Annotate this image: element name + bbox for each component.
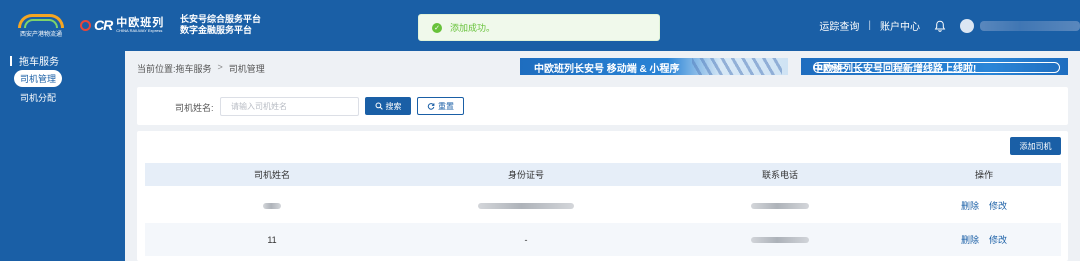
banner-try-now[interactable]: 立即体验> bbox=[813, 62, 1060, 73]
group-indicator bbox=[10, 55, 12, 66]
sidebar-group-title: 拖车服务 bbox=[19, 57, 59, 68]
table-row: 11 - 删除 修改 bbox=[145, 223, 1061, 256]
table-header: 司机姓名 身份证号 联系电话 操作 bbox=[145, 163, 1061, 186]
banner-mobile-app[interactable]: 中欧班列长安号 移动端 & 小程序 bbox=[520, 58, 788, 75]
nav-tracking-link[interactable]: 运踪查询 bbox=[819, 18, 859, 33]
column-header-phone: 联系电话 bbox=[761, 170, 798, 180]
sidebar: 拖车服务 司机管理 司机分配 bbox=[0, 51, 125, 261]
banner-pattern bbox=[692, 58, 782, 75]
cr-title: 中欧班列 bbox=[116, 16, 165, 29]
platform-line-2: 数字金融服务平台 bbox=[180, 25, 253, 35]
platform-line-1: 长安号综合服务平台 bbox=[180, 14, 262, 24]
search-panel: 司机姓名: 搜索 重置 bbox=[137, 87, 1068, 125]
delete-link[interactable]: 删除 bbox=[961, 199, 979, 212]
cr-circle-icon bbox=[80, 19, 91, 31]
breadcrumb-separator: > bbox=[217, 62, 223, 72]
xian-logo[interactable]: 西安产港物流通 bbox=[14, 12, 68, 38]
cell-actions: 删除 修改 bbox=[907, 189, 1061, 222]
banner-mobile-text: 中欧班列长安号 移动端 & 小程序 bbox=[534, 64, 680, 75]
banner-new-route[interactable]: 中欧班列长安号回程新增线路上线啦! 立即体验> bbox=[801, 58, 1068, 75]
cr-subtitle: CHINA RAILWAY Express bbox=[116, 27, 163, 33]
cell-phone bbox=[653, 189, 907, 222]
redacted-phone bbox=[751, 202, 809, 209]
table-row: 删除 修改 bbox=[145, 189, 1061, 222]
breadcrumb-level1[interactable]: 拖车服务 bbox=[176, 62, 212, 75]
edit-link[interactable]: 修改 bbox=[989, 233, 1007, 246]
reset-button-label: 重置 bbox=[438, 101, 454, 111]
breadcrumb: 当前位置: 拖车服务 > 司机管理 bbox=[137, 62, 265, 75]
check-circle-icon: ✓ bbox=[432, 22, 442, 33]
platform-title: 长安号综合服务平台 数字金融服务平台 bbox=[180, 14, 261, 36]
cell-id-number: - bbox=[524, 234, 528, 245]
cell-phone bbox=[653, 223, 907, 256]
column-header-actions: 操作 bbox=[974, 170, 993, 180]
cell-name bbox=[145, 189, 399, 222]
logo-arc-inner bbox=[24, 19, 58, 28]
breadcrumb-prefix: 当前位置: bbox=[137, 64, 176, 74]
cell-name: 11 bbox=[267, 234, 277, 245]
success-toast: ✓ 添加成功。 bbox=[418, 14, 660, 41]
column-header-id: 身份证号 bbox=[507, 170, 544, 180]
search-icon bbox=[375, 102, 383, 110]
cr-title-block: 中欧班列 CHINA RAILWAY Express bbox=[116, 16, 165, 33]
redacted-id bbox=[478, 202, 574, 209]
cell-id-number bbox=[399, 189, 653, 222]
breadcrumb-level2: 司机管理 bbox=[228, 64, 265, 74]
toast-message: 添加成功。 bbox=[450, 23, 496, 33]
driver-name-label: 司机姓名: bbox=[175, 103, 214, 113]
add-driver-button[interactable]: 添加司机 bbox=[1010, 137, 1061, 155]
nav-account-link[interactable]: 账户中心 bbox=[880, 18, 920, 33]
edit-link[interactable]: 修改 bbox=[989, 199, 1007, 212]
delete-link[interactable]: 删除 bbox=[961, 233, 979, 246]
driver-table-panel: 添加司机 司机姓名 身份证号 联系电话 操作 删除 修改 11 - 删除 修改 bbox=[137, 131, 1068, 261]
username-blurred[interactable] bbox=[980, 20, 1080, 31]
nav-separator: | bbox=[868, 20, 871, 31]
search-button-label: 搜索 bbox=[385, 101, 402, 111]
sidebar-item-driver-assignment[interactable]: 司机分配 bbox=[14, 89, 62, 106]
cell-actions: 删除 修改 bbox=[907, 223, 1061, 256]
redacted-phone bbox=[751, 236, 809, 243]
search-button[interactable]: 搜索 bbox=[365, 97, 411, 115]
sidebar-item-driver-management[interactable]: 司机管理 bbox=[14, 70, 63, 87]
logo-text: 西安产港物流通 bbox=[19, 32, 62, 38]
cr-mark: CR bbox=[94, 17, 113, 33]
driver-name-input[interactable] bbox=[220, 97, 359, 116]
bell-icon[interactable] bbox=[934, 20, 946, 32]
reset-button[interactable]: 重置 bbox=[417, 97, 464, 115]
user-avatar[interactable] bbox=[960, 18, 974, 33]
redacted-name bbox=[263, 202, 281, 209]
header-nav: 运踪查询 | 账户中心 bbox=[819, 0, 1080, 51]
column-header-name: 司机姓名 bbox=[253, 170, 290, 180]
refresh-icon bbox=[427, 103, 435, 110]
china-railway-express-logo[interactable]: CR 中欧班列 CHINA RAILWAY Express bbox=[80, 14, 164, 36]
sidebar-group-towing[interactable]: 拖车服务 bbox=[10, 53, 59, 68]
